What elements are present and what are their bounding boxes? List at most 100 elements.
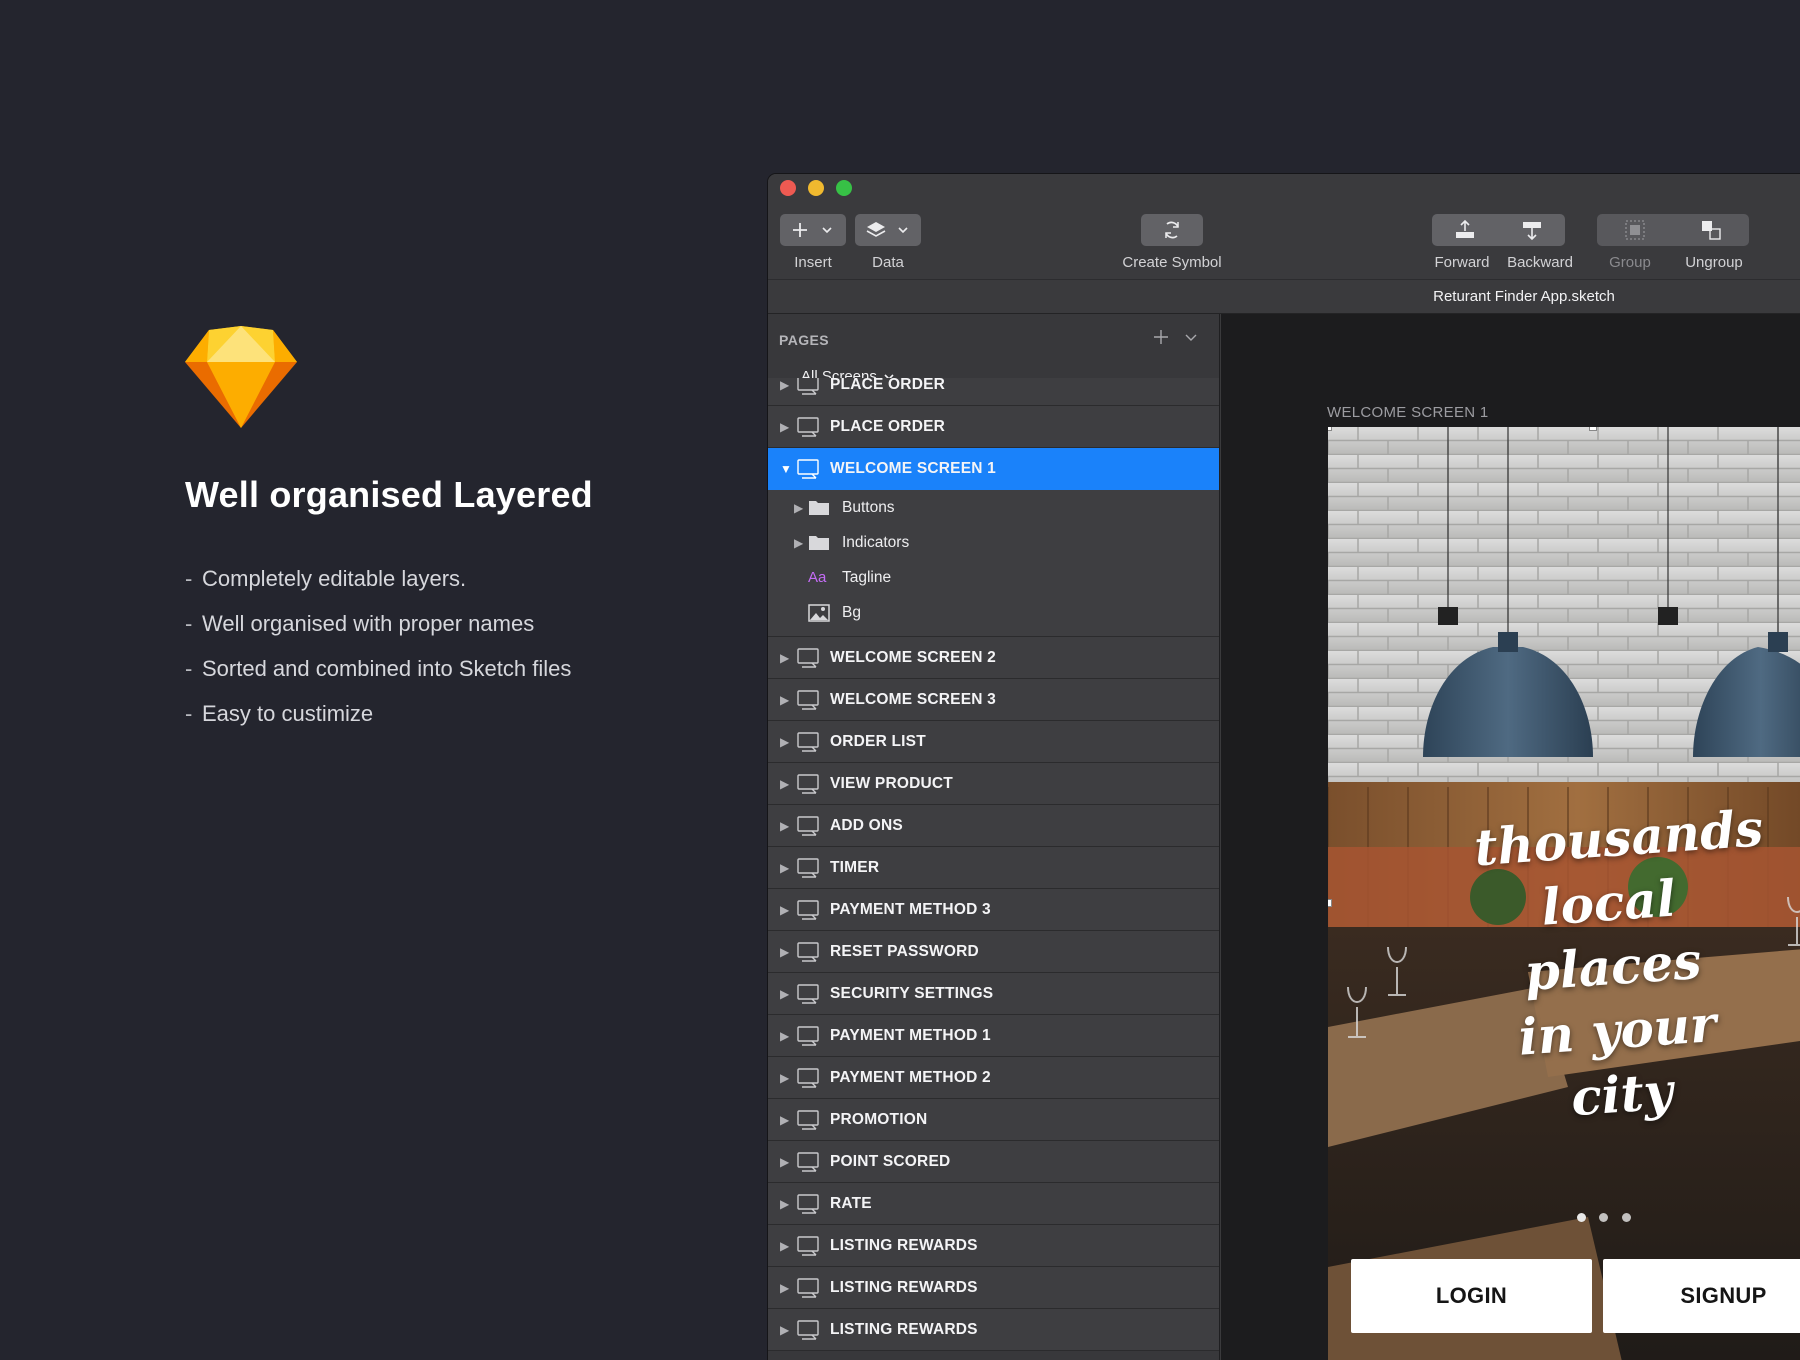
layer-row[interactable]: Bg <box>768 595 1219 630</box>
artboard-label: LISTING REWARDS <box>830 1236 978 1254</box>
artboard-icon <box>797 773 819 794</box>
expand-arrow-icon[interactable]: ▶ <box>768 777 796 791</box>
layers-icon <box>866 222 886 237</box>
artboard-row[interactable]: ▶ RESET PASSWORD <box>768 931 1219 973</box>
expand-arrow-icon[interactable]: ▶ <box>768 945 796 959</box>
bullet-dash: - <box>185 566 193 591</box>
artboard-row[interactable]: ▶ TIMER <box>768 847 1219 889</box>
insert-button[interactable] <box>780 214 846 246</box>
backward-label: Backward <box>1507 254 1573 271</box>
artboard-row[interactable]: ▶ WELCOME SCREEN 3 <box>768 679 1219 721</box>
artboard-row[interactable]: ▶ PLACE ORDER <box>768 406 1219 448</box>
expand-arrow-icon[interactable]: ▶ <box>768 1323 796 1337</box>
artboard-welcome-screen[interactable]: thousands local places in your city LOGI… <box>1328 427 1800 1360</box>
artboard-icon <box>797 1235 819 1256</box>
expand-arrow-icon[interactable]: ▶ <box>768 1281 796 1295</box>
expand-arrow-icon[interactable]: ▶ <box>768 1155 796 1169</box>
group-label: Group <box>1609 254 1651 271</box>
artboard-icon <box>797 416 819 437</box>
document-title: Returant Finder App.sketch <box>768 279 1800 313</box>
backward-icon[interactable] <box>1520 219 1544 241</box>
expand-arrow-icon[interactable]: ▶ <box>768 693 796 707</box>
artboard-row[interactable]: ▶ PAYMENT METHOD 1 <box>768 1015 1219 1057</box>
layer-group-row[interactable]: ▶ Buttons <box>768 490 1219 525</box>
artboard-row[interactable]: ▶ SECURITY SETTINGS <box>768 973 1219 1015</box>
login-button[interactable]: LOGIN <box>1351 1259 1592 1333</box>
layer-row[interactable]: Aa Tagline <box>768 560 1219 595</box>
tagline-line: in your city <box>1516 994 1719 1128</box>
artboard-row[interactable]: ▶ PROMOTION <box>768 1099 1219 1141</box>
artboard-rows-after: ▶ WELCOME SCREEN 2 ▶ WELCOME SCREEN 3 ▶ ORDER… <box>768 637 1219 1351</box>
feature-item: - Easy to custimize <box>185 691 745 736</box>
resize-handle[interactable] <box>1589 427 1597 431</box>
expand-arrow-icon[interactable]: ▶ <box>768 861 796 875</box>
artboard-label: PROMOTION <box>830 1110 928 1128</box>
artboard-icon <box>797 1277 819 1298</box>
create-symbol-label: Create Symbol <box>1122 254 1222 271</box>
expand-arrow-icon[interactable]: ▶ <box>768 1197 796 1211</box>
pages-sidebar: PAGES All Screens ▶ PLACE ORDER ▶ PLACE … <box>768 314 1220 1360</box>
artboard-icon <box>797 899 819 920</box>
artboard-row[interactable]: ▶ LISTING REWARDS <box>768 1309 1219 1351</box>
ungroup-label: Ungroup <box>1685 254 1743 271</box>
data-label: Data <box>872 254 904 271</box>
artboard-icon <box>797 941 819 962</box>
artboard-row[interactable]: ▶ WELCOME SCREEN 2 <box>768 637 1219 679</box>
tagline-line: local places <box>1522 868 1704 1003</box>
expand-arrow-icon[interactable]: ▶ <box>768 987 796 1001</box>
signup-button[interactable]: SIGNUP <box>1603 1259 1800 1333</box>
data-button[interactable] <box>855 214 921 246</box>
window-toolbar: Insert Data Create Symbol Forward Backwa… <box>768 174 1800 314</box>
expand-arrow-icon[interactable]: ▶ <box>768 501 808 515</box>
artboard-label: TIMER <box>830 858 880 876</box>
collapse-pages-icon[interactable] <box>1183 329 1199 345</box>
design-canvas[interactable]: WELCOME SCREEN 1 thousands local places … <box>1221 314 1800 1360</box>
group-icon[interactable] <box>1622 218 1648 242</box>
pager-dot <box>1599 1213 1608 1222</box>
artboard-title[interactable]: WELCOME SCREEN 1 <box>1327 404 1489 421</box>
expand-arrow-icon[interactable]: ▶ <box>768 1239 796 1253</box>
artboard-row[interactable]: ▶ PLACE ORDER <box>768 378 1219 406</box>
artboard-row[interactable]: ▶ RATE <box>768 1183 1219 1225</box>
close-window-button[interactable] <box>780 180 796 196</box>
artboard-row[interactable]: ▶ LISTING REWARDS <box>768 1225 1219 1267</box>
artboard-row[interactable]: ▶ POINT SCORED <box>768 1141 1219 1183</box>
artboard-label: RATE <box>830 1194 872 1212</box>
zoom-window-button[interactable] <box>836 180 852 196</box>
artboard-icon <box>797 1151 819 1172</box>
artboard-icon <box>797 647 819 668</box>
artboard-label: RESET PASSWORD <box>830 942 979 960</box>
ungroup-icon[interactable] <box>1698 218 1724 242</box>
resize-handle[interactable] <box>1328 427 1332 431</box>
expand-arrow-icon[interactable]: ▶ <box>768 651 796 665</box>
artboard-icon <box>797 1067 819 1088</box>
plus-icon <box>793 223 807 237</box>
collapse-arrow-icon[interactable]: ▼ <box>768 462 796 476</box>
forward-icon[interactable] <box>1453 219 1477 241</box>
artboard-row[interactable]: ▶ PAYMENT METHOD 2 <box>768 1057 1219 1099</box>
bullet-dash: - <box>185 611 193 636</box>
artboard-row[interactable]: ▶ LISTING REWARDS <box>768 1267 1219 1309</box>
artboard-row-selected[interactable]: ▼ WELCOME SCREEN 1 <box>768 448 1219 490</box>
artboard-row[interactable]: ▶ ADD ONS <box>768 805 1219 847</box>
minimize-window-button[interactable] <box>808 180 824 196</box>
artboard-row[interactable]: ▶ ORDER LIST <box>768 721 1219 763</box>
sketch-app-window: Insert Data Create Symbol Forward Backwa… <box>768 174 1800 1360</box>
expand-arrow-icon[interactable]: ▶ <box>768 903 796 917</box>
artboard-row[interactable]: ▶ PAYMENT METHOD 3 <box>768 889 1219 931</box>
chevron-down-icon <box>822 227 832 234</box>
expand-arrow-icon[interactable]: ▶ <box>768 1071 796 1085</box>
add-page-icon[interactable] <box>1152 328 1170 346</box>
expand-arrow-icon[interactable]: ▶ <box>768 420 796 434</box>
expand-arrow-icon[interactable]: ▶ <box>768 1113 796 1127</box>
expand-arrow-icon[interactable]: ▶ <box>768 819 796 833</box>
layer-group-row[interactable]: ▶ Indicators <box>768 525 1219 560</box>
expand-arrow-icon[interactable]: ▶ <box>768 1029 796 1043</box>
create-symbol-button[interactable] <box>1141 214 1203 246</box>
expand-arrow-icon[interactable]: ▶ <box>768 735 796 749</box>
artboard-icon <box>797 857 819 878</box>
expand-arrow-icon[interactable]: ▶ <box>768 536 808 550</box>
resize-handle[interactable] <box>1328 899 1332 907</box>
artboard-row[interactable]: ▶ VIEW PRODUCT <box>768 763 1219 805</box>
expand-arrow-icon[interactable]: ▶ <box>768 378 796 392</box>
